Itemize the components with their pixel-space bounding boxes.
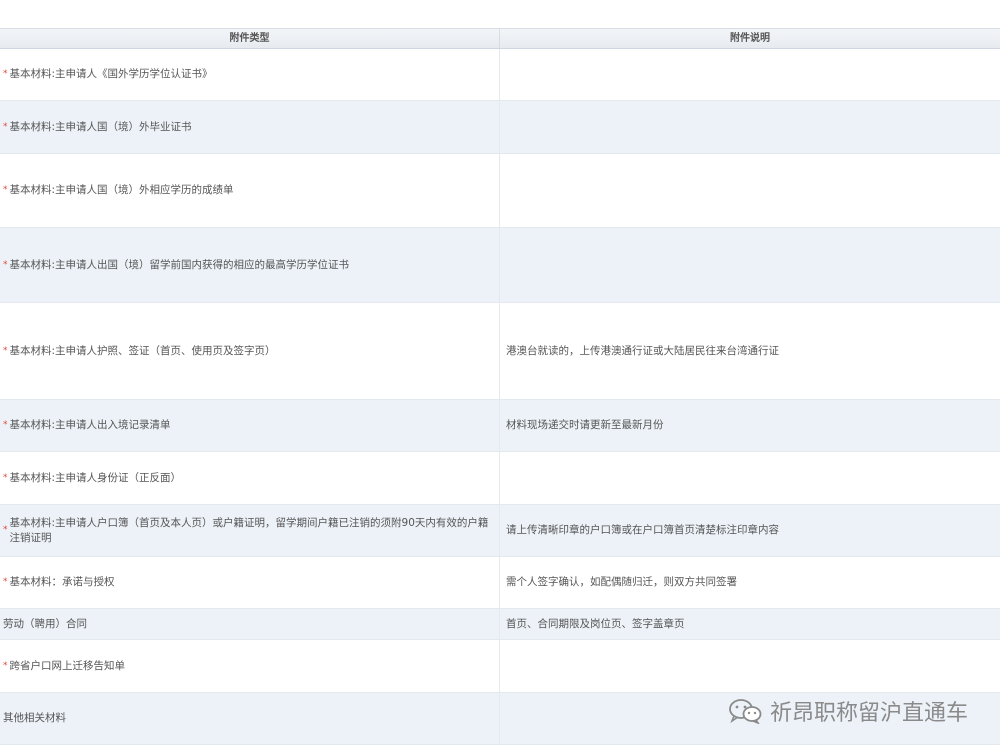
table-row: 劳动（聘用）合同 首页、合同期限及岗位页、签字盖章页 [0, 609, 1000, 640]
table-row: * 基本材料:主申请人《国外学历学位认证书》 [0, 49, 1000, 101]
table-row: * 基本材料:主申请人身份证（正反面） [0, 452, 1000, 505]
note-cell [500, 640, 1000, 692]
required-mark: * [3, 185, 8, 195]
note-cell: 首页、合同期限及岗位页、签字盖章页 [500, 609, 1000, 639]
note-text: 需个人签字确认，如配偶随归迁，则双方共同签署 [506, 576, 737, 588]
required-mark: * [3, 420, 8, 430]
type-cell: * 基本材料:主申请人出入境记录清单 [0, 400, 500, 451]
note-cell [500, 154, 1000, 227]
type-cell: * 基本材料:主申请人户口簿（首页及本人页）或户籍证明，留学期间户籍已注销的须附9… [0, 505, 500, 556]
type-text: 跨省户口网上迁移告知单 [9, 659, 126, 672]
note-text: 首页、合同期限及岗位页、签字盖章页 [506, 617, 685, 630]
type-cell: * 基本材料:主申请人护照、签证（首页、使用页及签字页） [0, 303, 500, 399]
type-cell: 其他相关材料 [0, 693, 500, 744]
type-cell: * 基本材料:主申请人出国（境）留学前国内获得的相应的最高学历学位证书 [0, 228, 500, 302]
type-cell: 劳动（聘用）合同 [0, 609, 500, 639]
type-text: 基本材料:主申请人出国（境）留学前国内获得的相应的最高学历学位证书 [9, 258, 350, 271]
watermark: 祈昂职称留沪直通车 [728, 695, 968, 727]
required-mark: * [3, 259, 8, 270]
type-text: 基本材料:主申请人护照、签证（首页、使用页及签字页） [9, 344, 276, 357]
type-text: 基本材料:主申请人身份证（正反面） [9, 471, 182, 484]
note-cell: 需个人签字确认，如配偶随归迁，则双方共同签署 [500, 557, 1000, 608]
table-row: * 基本材料:主申请人护照、签证（首页、使用页及签字页） 港澳台就读的，上传港澳通… [0, 303, 1000, 400]
type-cell: * 跨省户口网上迁移告知单 [0, 640, 500, 692]
table-row: * 基本材料:主申请人出国（境）留学前国内获得的相应的最高学历学位证书 [0, 228, 1000, 303]
table-row: * 跨省户口网上迁移告知单 [0, 640, 1000, 693]
required-mark: * [3, 660, 8, 671]
type-cell: * 基本材料:主申请人《国外学历学位认证书》 [0, 49, 500, 100]
attachment-table: 附件类型 附件说明 * 基本材料:主申请人《国外学历学位认证书》 * 基本材料:主申… [0, 28, 1000, 745]
required-mark: * [3, 472, 8, 483]
table-row: * 基本材料:主申请人户口簿（首页及本人页）或户籍证明，留学期间户籍已注销的须附9… [0, 505, 1000, 557]
table-row: * 基本材料:主申请人国（境）外毕业证书 [0, 101, 1000, 154]
table-row: * 基本材料：承诺与授权 需个人签字确认，如配偶随归迁，则双方共同签署 [0, 557, 1000, 609]
required-mark: * [3, 121, 8, 132]
type-text: 基本材料:主申请人国（境）外毕业证书 [9, 120, 192, 133]
note-cell: 材料现场递交时请更新至最新月份 [500, 400, 1000, 451]
required-mark: * [3, 69, 8, 79]
type-text: 其他相关材料 [3, 712, 66, 724]
note-text: 材料现场递交时请更新至最新月份 [506, 419, 664, 431]
type-cell: * 基本材料:主申请人国（境）外毕业证书 [0, 101, 500, 153]
watermark-text: 祈昂职称留沪直通车 [769, 701, 968, 726]
required-mark: * [3, 345, 8, 356]
note-cell [500, 452, 1000, 504]
type-text: 劳动（聘用）合同 [3, 617, 87, 630]
required-mark: * [3, 525, 8, 535]
note-cell: 请上传清晰印章的户口簿或在户口簿首页清楚标注印章内容 [500, 505, 1000, 556]
note-text: 请上传清晰印章的户口簿或在户口簿首页清楚标注印章内容 [506, 524, 779, 536]
type-text: 基本材料:主申请人国（境）外相应学历的成绩单 [9, 184, 234, 196]
type-cell: * 基本材料：承诺与授权 [0, 557, 500, 608]
note-cell [500, 49, 1000, 100]
table-row: * 基本材料:主申请人出入境记录清单 材料现场递交时请更新至最新月份 [0, 400, 1000, 452]
note-cell [500, 228, 1000, 302]
type-text: 基本材料：承诺与授权 [9, 576, 115, 588]
table-header: 附件类型 附件说明 [0, 29, 1000, 49]
note-cell: 港澳台就读的，上传港澳通行证或大陆居民往来台湾通行证 [500, 303, 1000, 399]
note-text: 港澳台就读的，上传港澳通行证或大陆居民往来台湾通行证 [506, 344, 779, 357]
type-cell: * 基本材料:主申请人国（境）外相应学历的成绩单 [0, 154, 500, 227]
top-band [0, 0, 1000, 28]
header-attachment-type: 附件类型 [0, 29, 500, 48]
type-text: 基本材料:主申请人户口簿（首页及本人页）或户籍证明，留学期间户籍已注销的须附90… [9, 516, 489, 544]
type-text: 基本材料:主申请人《国外学历学位认证书》 [9, 68, 213, 80]
type-text: 基本材料:主申请人出入境记录清单 [9, 419, 171, 431]
type-cell: * 基本材料:主申请人身份证（正反面） [0, 452, 500, 504]
note-cell [500, 101, 1000, 153]
header-attachment-note: 附件说明 [730, 33, 770, 44]
wechat-icon [729, 699, 762, 724]
table-row: * 基本材料:主申请人国（境）外相应学历的成绩单 [0, 154, 1000, 228]
required-mark: * [3, 577, 8, 587]
